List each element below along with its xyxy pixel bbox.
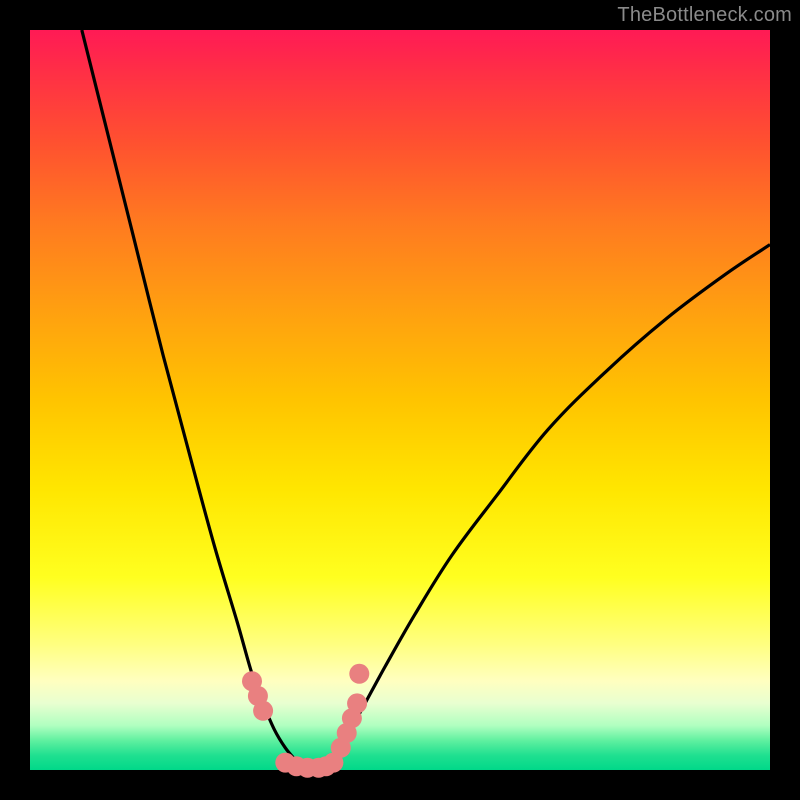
data-marker	[349, 664, 369, 684]
data-markers	[242, 664, 369, 778]
plot-area	[30, 30, 770, 770]
curve-layer	[30, 30, 770, 770]
watermark-text: TheBottleneck.com	[617, 4, 792, 27]
curve-right	[326, 245, 770, 770]
data-marker	[347, 693, 367, 713]
chart-frame: TheBottleneck.com	[0, 0, 800, 800]
data-marker	[253, 701, 273, 721]
curve-left	[82, 30, 304, 770]
